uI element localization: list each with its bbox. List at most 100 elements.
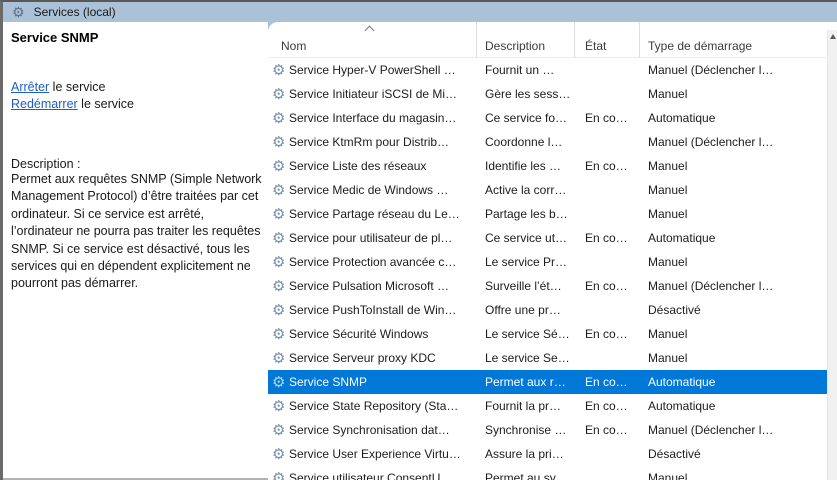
- cell-name: Service PushToInstall de Win…: [289, 303, 477, 317]
- cell-startup-type: Manuel (Déclencher l…: [640, 279, 827, 293]
- cell-name: Service pour utilisateur de pl…: [289, 231, 477, 245]
- table-row[interactable]: ⚙ Service PushToInstall de Win… Offre un…: [268, 298, 827, 322]
- column-header-name[interactable]: Nom: [268, 22, 477, 58]
- service-gear-icon: ⚙: [272, 231, 289, 246]
- cell-name: Service Hyper-V PowerShell …: [289, 63, 477, 77]
- scroll-up-icon[interactable]: [830, 34, 836, 39]
- cell-startup-type: Manuel (Déclencher l…: [640, 423, 827, 437]
- table-row[interactable]: ⚙ Service Liste des réseaux Identifie le…: [268, 154, 827, 178]
- services-mmc-window: ⚙ Services (local) Service SNMP Arrêter …: [0, 0, 837, 480]
- cell-startup-type: Automatique: [640, 111, 827, 125]
- cell-description: Permet aux r…: [477, 375, 575, 389]
- service-gear-icon: ⚙: [272, 351, 289, 366]
- table-row[interactable]: ⚙ Service Serveur proxy KDC Le service S…: [268, 346, 827, 370]
- table-row[interactable]: ⚙ Service State Repository (Sta… Fournit…: [268, 394, 827, 418]
- service-gear-icon: ⚙: [272, 111, 289, 126]
- cell-name: Service Synchronisation dat…: [289, 423, 477, 437]
- cell-description: Gère les sess…: [477, 87, 575, 101]
- service-gear-icon: ⚙: [272, 207, 289, 222]
- table-row[interactable]: ⚙ Service Hyper-V PowerShell … Fournit u…: [268, 58, 827, 82]
- cell-description: Active la corr…: [477, 183, 575, 197]
- service-gear-icon: ⚙: [272, 87, 289, 102]
- service-gear-icon: ⚙: [272, 279, 289, 294]
- selected-service-title: Service SNMP: [11, 30, 260, 45]
- cell-name: Service Liste des réseaux: [289, 159, 477, 173]
- table-row[interactable]: ⚙ Service Protection avancée c… Le servi…: [268, 250, 827, 274]
- cell-description: Ce service fo…: [477, 111, 575, 125]
- cell-startup-type: Automatique: [640, 375, 827, 389]
- cell-name: Service Interface du magasin…: [289, 111, 477, 125]
- cell-name: Service Pulsation Microsoft …: [289, 279, 477, 293]
- stop-service-link[interactable]: Arrêter: [11, 80, 49, 94]
- table-row[interactable]: ⚙ Service Pulsation Microsoft … Surveill…: [268, 274, 827, 298]
- cell-name: Service utilisateur ConsentU…: [289, 471, 477, 480]
- cell-startup-type: Désactivé: [640, 447, 827, 461]
- stop-service-line: Arrêter le service: [11, 79, 260, 96]
- services-list-panel: Nom Description État Type de démarrage ⚙…: [268, 22, 837, 480]
- table-row[interactable]: ⚙ Service Initiateur iSCSI de Mi… Gère l…: [268, 82, 827, 106]
- table-row[interactable]: ⚙ Service utilisateur ConsentU… Permet a…: [268, 466, 827, 480]
- vertical-scrollbar[interactable]: [827, 30, 837, 480]
- restart-service-link[interactable]: Redémarrer: [11, 97, 78, 111]
- cell-name: Service User Experience Virtu…: [289, 447, 477, 461]
- cell-startup-type: Manuel (Déclencher l…: [640, 135, 827, 149]
- cell-name: Service Partage réseau du Le…: [289, 207, 477, 221]
- table-row[interactable]: ⚙ Service Medic de Windows … Active la c…: [268, 178, 827, 202]
- cell-description: Synchronise …: [477, 423, 575, 437]
- service-gear-icon: ⚙: [272, 183, 289, 198]
- cell-startup-type: Automatique: [640, 231, 827, 245]
- cell-description: Le service Pr…: [477, 255, 575, 269]
- cell-startup-type: Manuel: [640, 183, 827, 197]
- cell-startup-type: Désactivé: [640, 303, 827, 317]
- column-header-status[interactable]: État: [575, 22, 640, 58]
- service-gear-icon: ⚙: [272, 255, 289, 270]
- cell-description: Le service Sé…: [477, 327, 575, 341]
- cell-startup-type: Automatique: [640, 399, 827, 413]
- table-row[interactable]: ⚙ Service Partage réseau du Le… Partage …: [268, 202, 827, 226]
- cell-name: Service SNMP: [289, 375, 477, 389]
- service-gear-icon: ⚙: [272, 471, 289, 480]
- table-row[interactable]: ⚙ Service SNMP Permet aux r… En co… Auto…: [268, 370, 827, 394]
- stop-service-suffix: le service: [49, 80, 105, 94]
- service-action-links: Arrêter le service Redémarrer le service: [11, 79, 260, 113]
- table-row[interactable]: ⚙ Service Sécurité Windows Le service Sé…: [268, 322, 827, 346]
- service-description-text: Permet aux requêtes SNMP (Simple Network…: [11, 171, 263, 293]
- cell-name: Service Protection avancée c…: [289, 255, 477, 269]
- column-header-description[interactable]: Description: [477, 22, 575, 58]
- cell-description: Fournit la pr…: [477, 399, 575, 413]
- cell-description: Offre une pr…: [477, 303, 575, 317]
- cell-status: En co…: [575, 111, 640, 125]
- cell-name: Service Medic de Windows …: [289, 183, 477, 197]
- cell-startup-type: Manuel: [640, 327, 827, 341]
- cell-startup-type: Manuel: [640, 471, 827, 480]
- cell-description: Permet au sy…: [477, 471, 575, 480]
- cell-name: Service KtmRm pour Distrib…: [289, 135, 477, 149]
- table-row[interactable]: ⚙ Service Interface du magasin… Ce servi…: [268, 106, 827, 130]
- cell-startup-type: Manuel: [640, 351, 827, 365]
- cell-name: Service Serveur proxy KDC: [289, 351, 477, 365]
- cell-description: Coordonne l…: [477, 135, 575, 149]
- services-rows: ⚙ Service Hyper-V PowerShell … Fournit u…: [268, 58, 827, 480]
- cell-name: Service State Repository (Sta…: [289, 399, 477, 413]
- table-row[interactable]: ⚙ Service KtmRm pour Distrib… Coordonne …: [268, 130, 827, 154]
- cell-startup-type: Manuel: [640, 255, 827, 269]
- cell-startup-type: Manuel: [640, 159, 827, 173]
- service-gear-icon: ⚙: [272, 135, 289, 150]
- restart-service-suffix: le service: [78, 97, 134, 111]
- service-gear-icon: ⚙: [272, 63, 289, 78]
- cell-description: Fournit un …: [477, 63, 575, 77]
- table-row[interactable]: ⚙ Service pour utilisateur de pl… Ce ser…: [268, 226, 827, 250]
- table-row[interactable]: ⚙ Service Synchronisation dat… Synchroni…: [268, 418, 827, 442]
- table-row[interactable]: ⚙ Service User Experience Virtu… Assure …: [268, 442, 827, 466]
- list-header: Nom Description État Type de démarrage: [268, 22, 837, 58]
- column-header-startup-type[interactable]: Type de démarrage: [640, 22, 837, 58]
- cell-name: Service Initiateur iSCSI de Mi…: [289, 87, 477, 101]
- service-gear-icon: ⚙: [272, 447, 289, 462]
- cell-status: En co…: [575, 279, 640, 293]
- cell-description: Partage les b…: [477, 207, 575, 221]
- cell-status: En co…: [575, 399, 640, 413]
- cell-status: En co…: [575, 327, 640, 341]
- service-gear-icon: ⚙: [272, 327, 289, 342]
- cell-status: En co…: [575, 423, 640, 437]
- cell-description: Surveille l’ét…: [477, 279, 575, 293]
